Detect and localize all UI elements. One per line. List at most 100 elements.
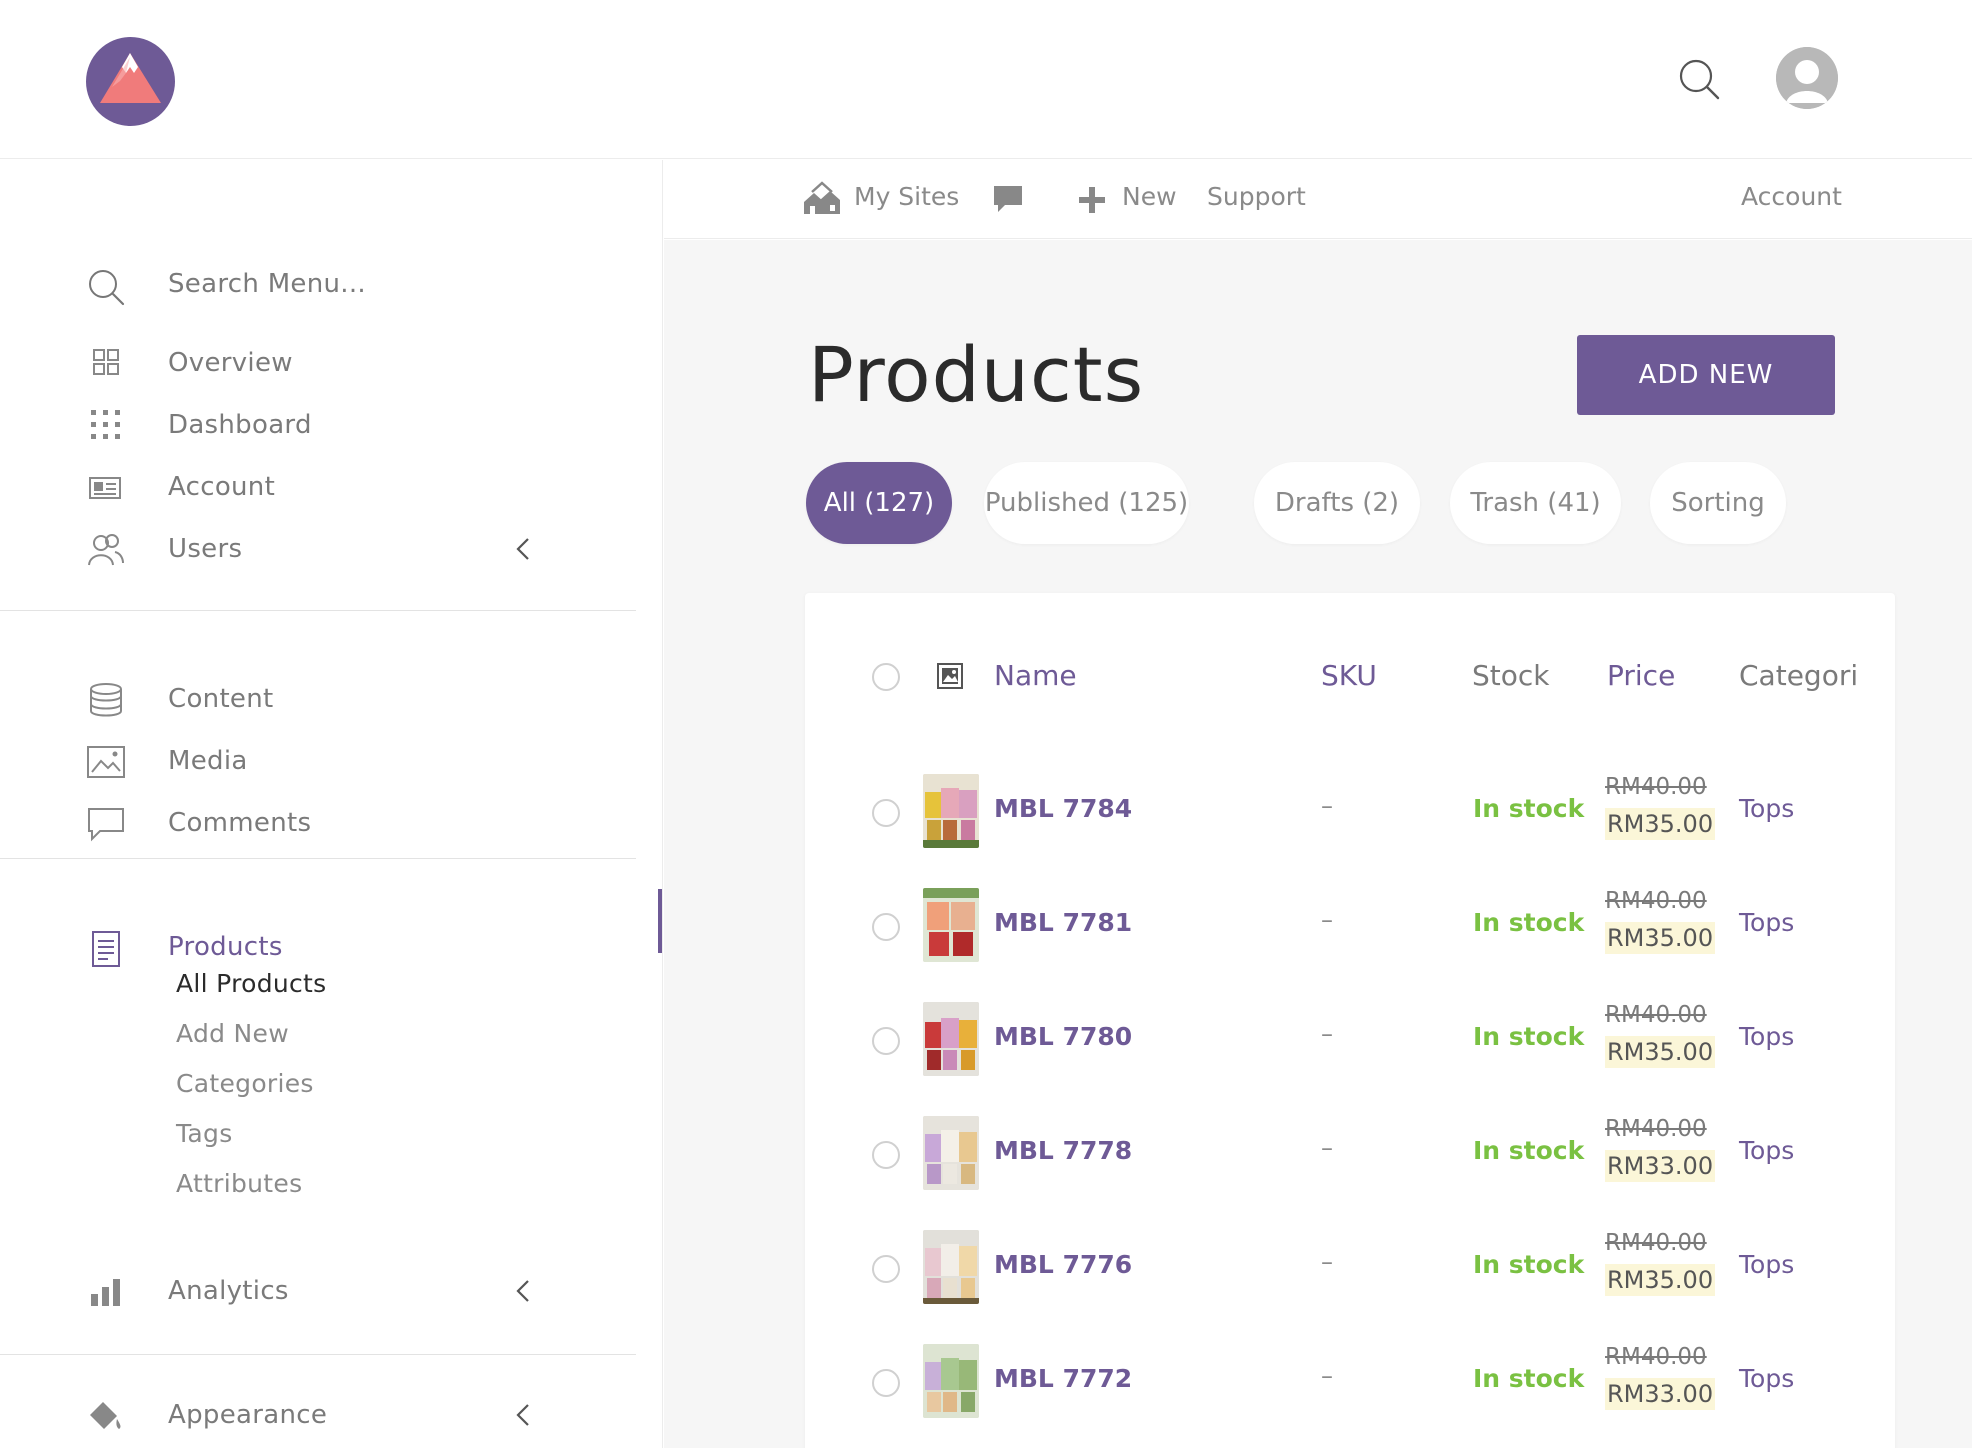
sidebar-divider	[0, 1354, 636, 1355]
bar-chart-icon	[86, 1274, 126, 1310]
regular-price: RM40.00	[1605, 774, 1707, 800]
chevron-left-icon[interactable]	[510, 1400, 538, 1430]
product-thumbnail[interactable]	[923, 774, 979, 848]
search-icon[interactable]	[1676, 56, 1722, 102]
plus-icon[interactable]	[1078, 186, 1106, 214]
column-header-sku[interactable]: SKU	[1321, 659, 1377, 692]
paint-bucket-icon	[86, 1398, 126, 1434]
product-thumbnail[interactable]	[923, 1002, 979, 1076]
sidebar-item-products[interactable]: Products	[0, 920, 636, 974]
user-avatar-icon[interactable]	[1776, 47, 1838, 109]
row-checkbox[interactable]	[872, 1027, 900, 1055]
top-header	[0, 0, 1972, 159]
filter-drafts[interactable]: Drafts (2)	[1254, 462, 1420, 544]
stock-status: In stock	[1473, 1022, 1585, 1051]
sidebar-item-label: Account	[168, 472, 276, 502]
chevron-left-icon[interactable]	[510, 534, 538, 564]
row-checkbox[interactable]	[872, 799, 900, 827]
page-title: Products	[808, 330, 1145, 419]
table-row[interactable]: MBL 7781 – In stock RM40.00 RM35.00 Tops	[805, 888, 1895, 1002]
filter-published[interactable]: Published (125)	[984, 462, 1189, 544]
sidebar-item-appearance[interactable]: Appearance	[0, 1388, 636, 1442]
filter-all[interactable]: All (127)	[806, 462, 952, 544]
sidebar-item-account[interactable]: Account	[0, 460, 636, 514]
product-thumbnail[interactable]	[923, 1116, 979, 1190]
sidebar-search[interactable]: Search Menu...	[0, 257, 636, 311]
table-row[interactable]: MBL 7772 – In stock RM40.00 RM33.00 Tops	[805, 1344, 1895, 1448]
product-thumbnail[interactable]	[923, 1344, 979, 1418]
my-sites-icon[interactable]	[802, 180, 842, 216]
regular-price: RM40.00	[1605, 1344, 1707, 1370]
table-row[interactable]: MBL 7780 – In stock RM40.00 RM35.00 Tops	[805, 1002, 1895, 1116]
comment-bubble-icon[interactable]	[992, 184, 1024, 216]
product-name-link[interactable]: MBL 7781	[994, 908, 1132, 937]
sidebar-item-overview[interactable]: Overview	[0, 336, 636, 390]
my-sites-link[interactable]: My Sites	[854, 182, 959, 211]
sidebar-item-label: Comments	[168, 808, 312, 838]
row-checkbox[interactable]	[872, 913, 900, 941]
sidebar: Search Menu... Overview Dashboard Accoun…	[0, 160, 663, 1448]
row-checkbox[interactable]	[872, 1255, 900, 1283]
stock-status: In stock	[1473, 1250, 1585, 1279]
new-link[interactable]: New	[1122, 182, 1177, 211]
sale-price: RM35.00	[1605, 1264, 1716, 1296]
table-row[interactable]: MBL 7784 – In stock RM40.00 RM35.00 Tops	[805, 774, 1895, 888]
filter-trash[interactable]: Trash (41)	[1450, 462, 1621, 544]
table-row[interactable]: MBL 7778 – In stock RM40.00 RM33.00 Tops	[805, 1116, 1895, 1230]
sidebar-item-comments[interactable]: Comments	[0, 796, 636, 850]
product-name-link[interactable]: MBL 7772	[994, 1364, 1132, 1393]
regular-price: RM40.00	[1605, 1002, 1707, 1028]
admin-bar: My Sites New Support Account	[664, 160, 1972, 239]
mountain-logo-icon[interactable]	[86, 37, 175, 126]
image-column-icon	[936, 662, 964, 690]
category-link[interactable]: Tops	[1739, 1136, 1794, 1165]
sidebar-item-label: Analytics	[168, 1276, 289, 1306]
sidebar-item-users[interactable]: Users	[0, 522, 636, 576]
category-link[interactable]: Tops	[1739, 794, 1794, 823]
table-row[interactable]: MBL 7776 – In stock RM40.00 RM35.00 Tops	[805, 1230, 1895, 1344]
product-name-link[interactable]: MBL 7776	[994, 1250, 1132, 1279]
category-link[interactable]: Tops	[1739, 908, 1794, 937]
product-name-link[interactable]: MBL 7784	[994, 794, 1132, 823]
sidebar-item-analytics[interactable]: Analytics	[0, 1264, 636, 1318]
submenu-add-new[interactable]: Add New	[176, 1019, 289, 1048]
product-thumbnail[interactable]	[923, 888, 979, 962]
product-sku: –	[1321, 792, 1333, 820]
regular-price: RM40.00	[1605, 1116, 1707, 1142]
category-link[interactable]: Tops	[1739, 1022, 1794, 1051]
sale-price: RM35.00	[1605, 808, 1716, 840]
regular-price: RM40.00	[1605, 1230, 1707, 1256]
submenu-categories[interactable]: Categories	[176, 1069, 314, 1098]
main-content: Products ADD NEW All (127) Published (12…	[664, 240, 1972, 1448]
submenu-attributes[interactable]: Attributes	[176, 1169, 302, 1198]
filter-sorting[interactable]: Sorting	[1650, 462, 1786, 544]
support-link[interactable]: Support	[1207, 182, 1306, 211]
add-new-button[interactable]: ADD NEW	[1577, 335, 1835, 415]
sale-price: RM35.00	[1605, 1036, 1716, 1068]
regular-price: RM40.00	[1605, 888, 1707, 914]
submenu-tags[interactable]: Tags	[176, 1119, 233, 1148]
category-link[interactable]: Tops	[1739, 1250, 1794, 1279]
column-header-name[interactable]: Name	[994, 659, 1077, 692]
product-name-link[interactable]: MBL 7780	[994, 1022, 1132, 1051]
image-icon	[86, 744, 126, 780]
sidebar-item-content[interactable]: Content	[0, 672, 636, 726]
product-name-link[interactable]: MBL 7778	[994, 1136, 1132, 1165]
product-thumbnail[interactable]	[923, 1230, 979, 1304]
sidebar-item-dashboard[interactable]: Dashboard	[0, 398, 636, 452]
select-all-checkbox[interactable]	[872, 663, 900, 691]
sidebar-item-label: Appearance	[168, 1400, 328, 1430]
stock-status: In stock	[1473, 908, 1585, 937]
products-table: Name SKU Stock Price Categori MBL 7784 –…	[805, 593, 1895, 1448]
chevron-left-icon[interactable]	[510, 1276, 538, 1306]
row-checkbox[interactable]	[872, 1369, 900, 1397]
column-header-price[interactable]: Price	[1607, 659, 1675, 692]
sidebar-item-media[interactable]: Media	[0, 734, 636, 788]
row-checkbox[interactable]	[872, 1141, 900, 1169]
category-link[interactable]: Tops	[1739, 1364, 1794, 1393]
submenu-all-products[interactable]: All Products	[176, 969, 327, 998]
database-icon	[86, 682, 126, 718]
search-menu-input[interactable]: Search Menu...	[168, 269, 366, 299]
product-sku: –	[1321, 1362, 1333, 1390]
account-link[interactable]: Account	[1741, 182, 1842, 211]
